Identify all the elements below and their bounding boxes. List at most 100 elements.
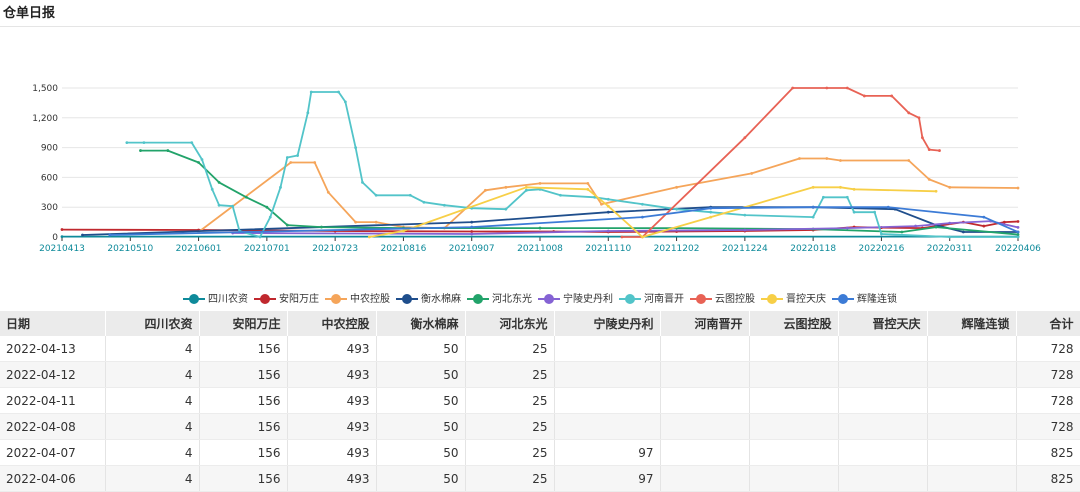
data-point	[606, 197, 610, 201]
legend-swatch	[183, 294, 205, 304]
data-point	[900, 230, 904, 234]
column-header[interactable]: 衡水棉麻	[376, 311, 466, 336]
data-point	[880, 232, 883, 236]
table-cell	[660, 413, 750, 440]
data-point	[504, 185, 508, 189]
table-cell	[554, 336, 661, 362]
data-point	[1016, 233, 1020, 236]
table-row: 2022-04-06 4 156 493 50 25 97 825	[0, 465, 1080, 492]
x-tick-label: 20211202	[654, 244, 700, 254]
column-header[interactable]: 中农控股	[287, 311, 377, 336]
data-point	[166, 149, 170, 152]
data-point	[1016, 225, 1020, 229]
legend-label: 中农控股	[350, 294, 390, 305]
legend-item[interactable]: 云图控股	[690, 290, 755, 305]
column-header[interactable]: 云图控股	[749, 311, 839, 336]
data-point	[108, 233, 112, 237]
data-point	[1016, 220, 1020, 223]
legend-label: 辉隆连锁	[857, 294, 897, 305]
table-cell	[927, 336, 1017, 362]
legend-item[interactable]: 安阳万庄	[254, 290, 319, 305]
table-cell: 50	[376, 361, 466, 388]
data-point	[402, 229, 405, 233]
y-tick-label: 600	[41, 173, 58, 183]
table-cell	[838, 387, 928, 414]
legend-label: 衡水棉麻	[421, 294, 461, 305]
legend-item[interactable]: 中农控股	[325, 290, 390, 305]
column-header[interactable]: 辉隆连锁	[927, 311, 1017, 336]
data-point	[422, 200, 426, 204]
table-cell: 50	[376, 439, 466, 466]
data-point	[374, 220, 378, 224]
table-cell: 25	[465, 387, 555, 414]
data-point	[914, 224, 917, 228]
column-header[interactable]: 河南晋开	[660, 311, 750, 336]
x-tick-label: 20220406	[995, 244, 1041, 254]
x-tick-label: 20220311	[927, 244, 973, 254]
y-tick-label: 0	[52, 233, 58, 243]
page-title: 仓单日报	[3, 6, 56, 21]
data-point	[306, 111, 310, 115]
table-cell: 493	[287, 387, 377, 414]
table-cell	[749, 413, 839, 440]
legend-label: 安阳万庄	[279, 294, 319, 305]
table-cell	[927, 413, 1017, 440]
data-point	[470, 232, 474, 236]
table-cell: 493	[287, 361, 377, 388]
data-point	[524, 185, 528, 189]
table-cell	[660, 361, 750, 388]
legend-item[interactable]: 河南晋开	[619, 290, 684, 305]
table-cell: 156	[199, 361, 288, 388]
column-header[interactable]: 四川农资	[105, 311, 200, 336]
data-point	[948, 235, 952, 239]
table-header-row: 日期 四川农资 安阳万庄 中农控股 衡水棉麻 河北东光 宁陵史丹利 河南晋开 云图控股 晋控天庆辉…	[0, 311, 1080, 336]
legend-label: 云图控股	[715, 294, 755, 305]
data-point	[743, 136, 747, 140]
column-header[interactable]: 宁陵史丹利	[554, 311, 661, 336]
column-header[interactable]: 日期	[0, 311, 106, 336]
data-point	[862, 94, 866, 98]
column-header[interactable]: 河北东光	[465, 311, 555, 336]
column-header[interactable]: 安阳万庄	[199, 311, 288, 336]
legend-item[interactable]: 宁陵史丹利	[538, 290, 613, 305]
table-row: 2022-04-11 4 156 493 50 25 728	[0, 387, 1080, 414]
column-header[interactable]: 晋控天庆	[838, 311, 928, 336]
data-point	[791, 86, 795, 90]
series-line-河北东光	[140, 149, 1019, 236]
legend-label: 晋控天庆	[786, 294, 826, 305]
data-point	[606, 210, 610, 214]
data-point	[821, 195, 825, 199]
legend-item[interactable]: 河北东光	[467, 290, 532, 305]
data-point	[265, 205, 269, 209]
data-point	[811, 185, 815, 189]
data-point	[244, 195, 248, 199]
data-point	[811, 215, 815, 219]
table-cell	[927, 387, 1017, 414]
table-cell: 728	[1016, 361, 1080, 388]
y-tick-label: 1,200	[32, 114, 58, 124]
legend-item[interactable]: 晋控天庆	[761, 290, 826, 305]
data-point	[367, 235, 371, 239]
table-body: 2022-04-13 4 156 493 50 25 728 2022-04-12 4 156 49…	[0, 336, 1080, 492]
data-point	[917, 116, 921, 120]
data-point	[934, 189, 938, 193]
table-cell: 493	[287, 465, 377, 492]
legend-swatch	[254, 294, 276, 304]
legend-item[interactable]: 四川农资	[183, 290, 248, 305]
legend-item[interactable]: 辉隆连锁	[832, 290, 897, 305]
table-cell	[554, 361, 661, 388]
data-point	[709, 215, 713, 219]
data-point	[852, 187, 856, 191]
table-cell: 50	[376, 465, 466, 492]
table-row: 2022-04-07 4 156 493 50 25 97 825	[0, 439, 1080, 466]
data-point	[606, 229, 610, 233]
legend-item[interactable]: 衡水棉麻	[396, 290, 461, 305]
column-header[interactable]: 合计	[1016, 311, 1080, 336]
table-cell	[838, 465, 928, 492]
data-point	[873, 210, 876, 214]
data-point	[845, 195, 849, 199]
series-line-中农控股	[198, 157, 1019, 233]
data-point	[524, 188, 528, 192]
data-point	[538, 181, 542, 185]
table-cell: 2022-04-06	[0, 465, 106, 492]
